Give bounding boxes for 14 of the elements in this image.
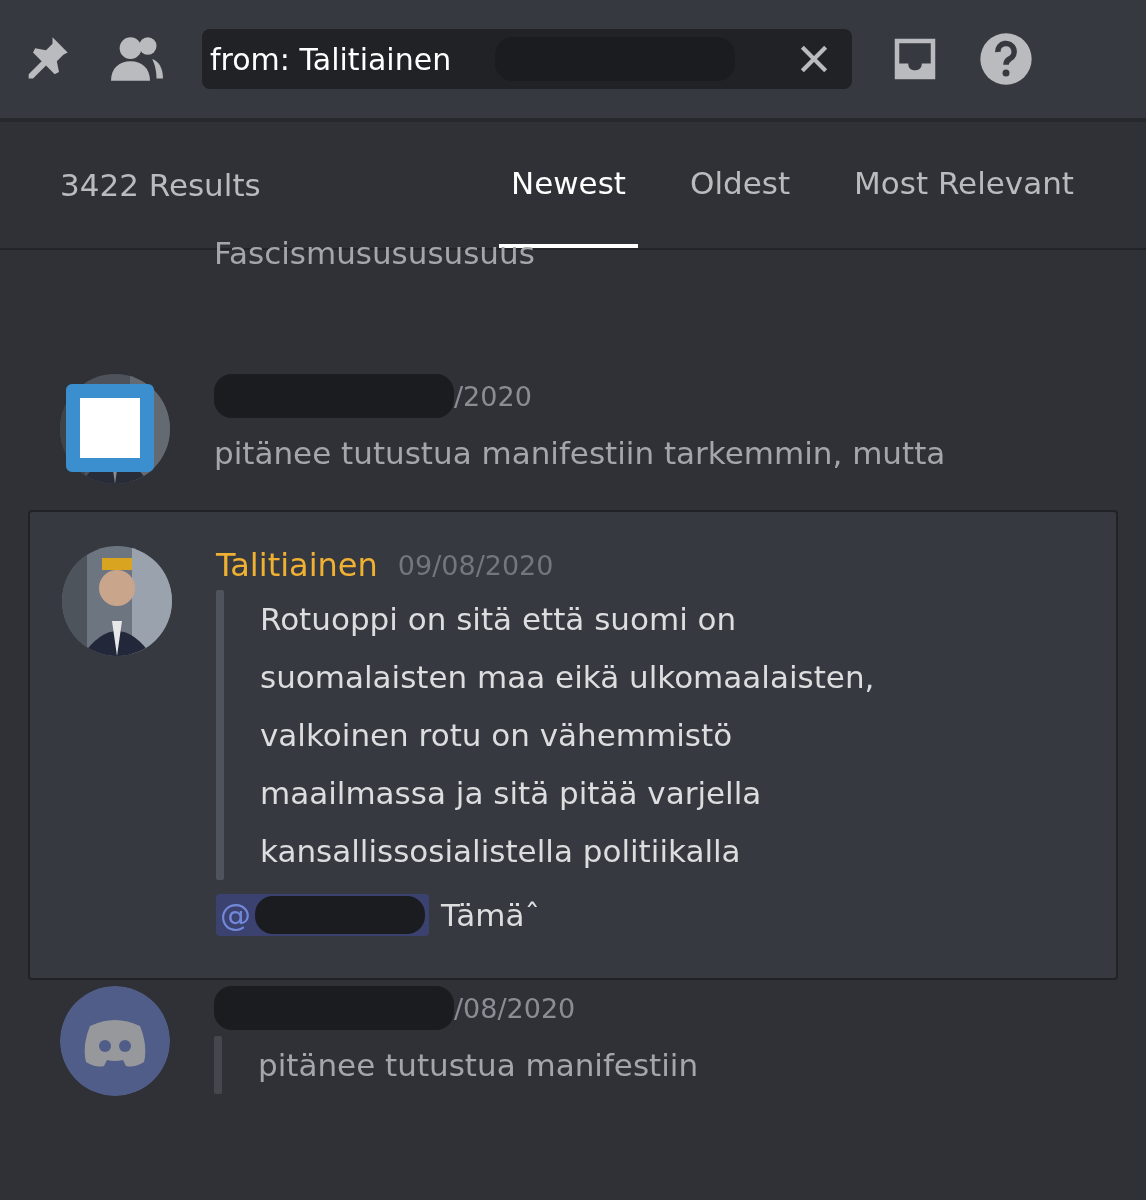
sort-tab[interactable]: Oldest — [678, 122, 803, 248]
message-date: 09/08/2020 — [397, 549, 554, 581]
message-text: Rotuoppi on sitä että suomi on suomalaisten maa eikä ulkomaalaisten, valkoinen rotu on vähemmistö maailmassa ja sitä pitää varjella kansallissosialistella politiikalla — [260, 600, 876, 871]
message-text: Tämäˆ — [441, 896, 540, 935]
sort-tab[interactable]: Newest — [499, 122, 638, 248]
results-count: 3422 Results — [60, 167, 262, 203]
message-date: /08/2020 — [454, 992, 576, 1024]
search-field[interactable]: from: Talitiainen — [210, 41, 485, 77]
help-icon[interactable] — [978, 31, 1034, 87]
message-text: pitänee tutustua manifestiin tarkemmin, mutta — [214, 434, 946, 473]
author-name[interactable]: Talitiainen — [216, 546, 378, 584]
message-date: /2020 — [454, 380, 532, 412]
message-text: pitänee tutustua manifestiin — [258, 1046, 699, 1085]
sort-tab[interactable]: Most Relevant — [842, 122, 1086, 248]
